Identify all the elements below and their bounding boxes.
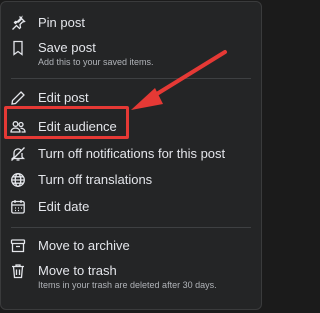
menu-item-move-to-archive[interactable]: Move to archive	[9, 237, 255, 255]
menu-item-label: Edit date	[38, 199, 90, 214]
menu-item-label: Turn off translations	[38, 172, 153, 187]
menu-item-edit-date[interactable]: Edit date	[9, 198, 255, 216]
menu-item-edit-audience[interactable]: Edit audience	[9, 118, 255, 136]
people-icon	[9, 118, 27, 136]
calendar-icon	[9, 198, 27, 216]
menu-item-description: Add this to your saved items.	[38, 57, 154, 67]
menu-item-label: Save post	[38, 40, 96, 55]
post-options-menu: Pin post Save post Add this to your save…	[0, 1, 262, 310]
divider	[11, 227, 251, 228]
menu-item-move-to-trash[interactable]: Move to trash Items in your trash are de…	[9, 262, 255, 291]
menu-item-pin-post[interactable]: Pin post	[9, 14, 255, 32]
menu-item-description: Items in your trash are deleted after 30…	[38, 280, 217, 290]
menu-item-turn-off-translations[interactable]: Turn off translations	[9, 171, 255, 189]
menu-item-label: Pin post	[38, 15, 85, 30]
menu-item-save-post[interactable]: Save post Add this to your saved items.	[9, 39, 255, 68]
divider	[11, 78, 251, 79]
menu-item-label: Move to trash	[38, 263, 117, 278]
menu-item-turn-off-notifications[interactable]: Turn off notifications for this post	[9, 145, 255, 163]
archive-icon	[9, 237, 27, 255]
pencil-icon	[9, 89, 27, 107]
menu-item-label: Move to archive	[38, 238, 130, 253]
bell-off-icon	[9, 145, 27, 163]
globe-icon	[9, 171, 27, 189]
trash-icon	[9, 262, 27, 280]
menu-item-edit-post[interactable]: Edit post	[9, 89, 255, 107]
menu-item-label: Turn off notifications for this post	[38, 146, 226, 161]
menu-item-label: Edit audience	[38, 119, 117, 134]
menu-item-label: Edit post	[38, 90, 89, 105]
pin-icon	[9, 14, 27, 32]
bookmark-icon	[9, 39, 27, 57]
